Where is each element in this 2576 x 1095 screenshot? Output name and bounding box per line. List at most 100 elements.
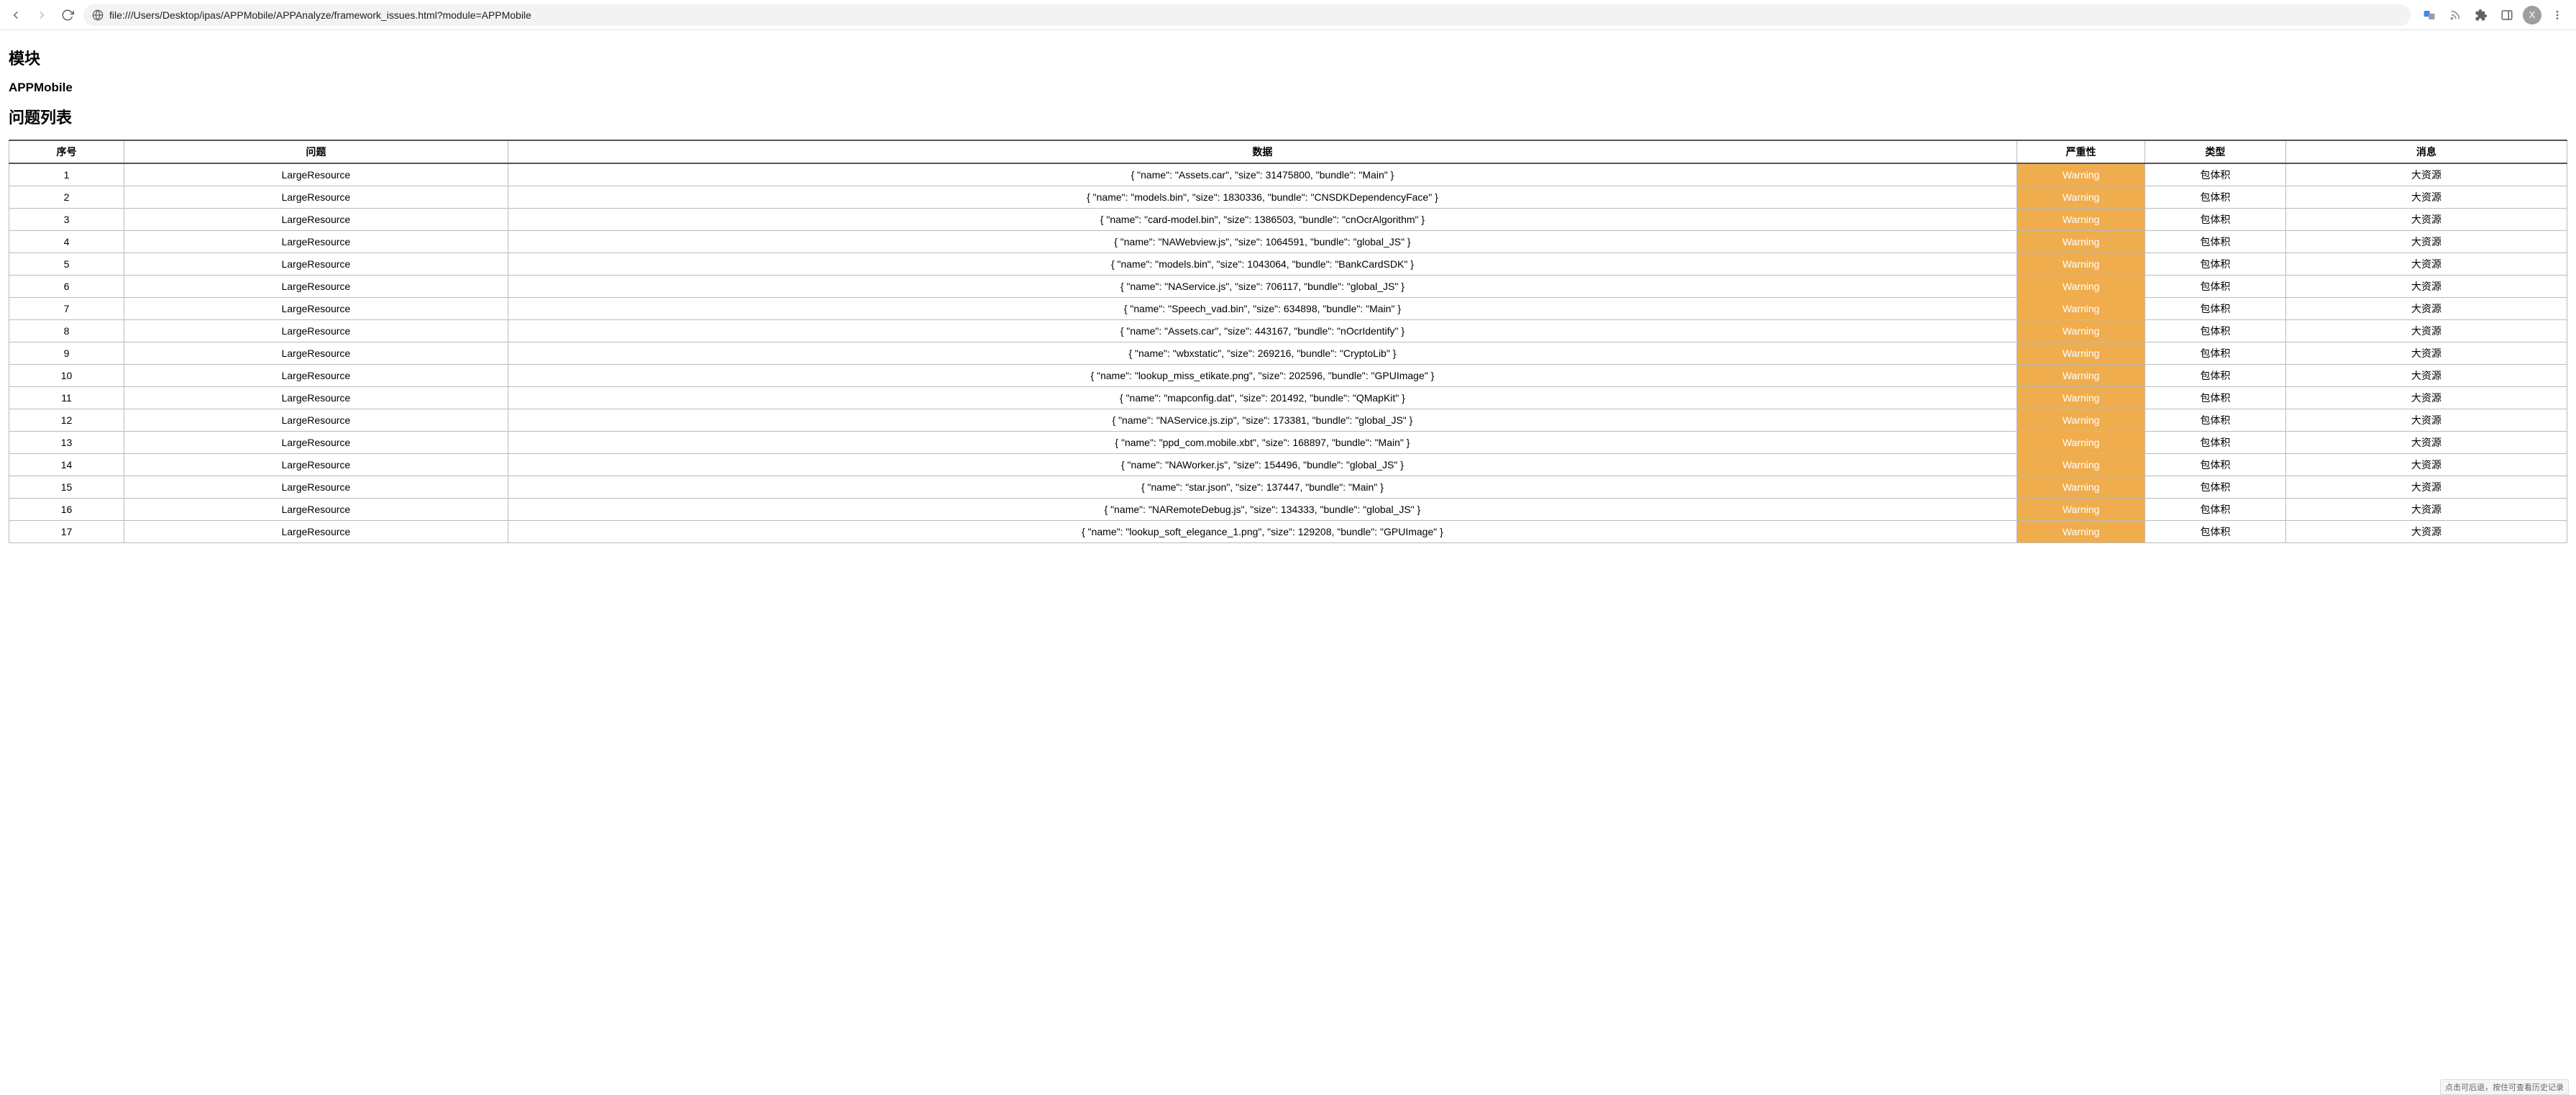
cell-severity: Warning <box>2017 476 2145 499</box>
cell-issue: LargeResource <box>124 521 508 543</box>
cell-issue: LargeResource <box>124 186 508 209</box>
profile-avatar[interactable]: X <box>2523 6 2541 24</box>
cell-severity: Warning <box>2017 409 2145 432</box>
cell-type: 包体积 <box>2145 320 2286 342</box>
cell-index: 2 <box>9 186 124 209</box>
module-name: APPMobile <box>9 81 2567 95</box>
header-type: 类型 <box>2145 140 2286 163</box>
cell-type: 包体积 <box>2145 409 2286 432</box>
reload-button[interactable] <box>58 5 78 25</box>
header-index: 序号 <box>9 140 124 163</box>
cell-severity: Warning <box>2017 342 2145 365</box>
cell-type: 包体积 <box>2145 163 2286 186</box>
table-row: 1LargeResource{ "name": "Assets.car", "s… <box>9 163 2567 186</box>
cell-severity: Warning <box>2017 209 2145 231</box>
toolbar-right: X <box>2416 5 2570 25</box>
menu-icon[interactable] <box>2547 5 2567 25</box>
cell-message: 大资源 <box>2285 163 2567 186</box>
table-row: 12LargeResource{ "name": "NAService.js.z… <box>9 409 2567 432</box>
cell-type: 包体积 <box>2145 276 2286 298</box>
cell-message: 大资源 <box>2285 521 2567 543</box>
table-row: 11LargeResource{ "name": "mapconfig.dat"… <box>9 387 2567 409</box>
cell-issue: LargeResource <box>124 163 508 186</box>
cell-data: { "name": "NAWebview.js", "size": 106459… <box>508 231 2017 253</box>
cell-data: { "name": "mapconfig.dat", "size": 20149… <box>508 387 2017 409</box>
forward-button[interactable] <box>32 5 52 25</box>
cell-severity: Warning <box>2017 454 2145 476</box>
cell-severity: Warning <box>2017 276 2145 298</box>
cell-data: { "name": "Assets.car", "size": 31475800… <box>508 163 2017 186</box>
cell-issue: LargeResource <box>124 476 508 499</box>
table-row: 15LargeResource{ "name": "star.json", "s… <box>9 476 2567 499</box>
cell-issue: LargeResource <box>124 387 508 409</box>
address-bar[interactable]: file:///Users/Desktop/ipas/APPMobile/APP… <box>83 4 2411 26</box>
cell-data: { "name": "lookup_miss_etikate.png", "si… <box>508 365 2017 387</box>
cell-data: { "name": "ppd_com.mobile.xbt", "size": … <box>508 432 2017 454</box>
cell-severity: Warning <box>2017 253 2145 276</box>
table-row: 5LargeResource{ "name": "models.bin", "s… <box>9 253 2567 276</box>
cell-index: 7 <box>9 298 124 320</box>
back-button[interactable] <box>6 5 26 25</box>
cell-severity: Warning <box>2017 298 2145 320</box>
cell-index: 17 <box>9 521 124 543</box>
cell-severity: Warning <box>2017 365 2145 387</box>
translate-extension-icon[interactable] <box>2419 5 2439 25</box>
url-text: file:///Users/Desktop/ipas/APPMobile/APP… <box>109 9 2402 21</box>
cell-index: 14 <box>9 454 124 476</box>
table-row: 16LargeResource{ "name": "NARemoteDebug.… <box>9 499 2567 521</box>
globe-icon <box>92 9 104 21</box>
cell-severity: Warning <box>2017 499 2145 521</box>
cell-index: 9 <box>9 342 124 365</box>
table-row: 14LargeResource{ "name": "NAWorker.js", … <box>9 454 2567 476</box>
cell-type: 包体积 <box>2145 432 2286 454</box>
table-row: 9LargeResource{ "name": "wbxstatic", "si… <box>9 342 2567 365</box>
cell-message: 大资源 <box>2285 476 2567 499</box>
cell-message: 大资源 <box>2285 365 2567 387</box>
cell-type: 包体积 <box>2145 476 2286 499</box>
cell-message: 大资源 <box>2285 231 2567 253</box>
issues-table: 序号 问题 数据 严重性 类型 消息 1LargeResource{ "name… <box>9 140 2567 543</box>
cell-data: { "name": "NAService.js", "size": 706117… <box>508 276 2017 298</box>
cell-severity: Warning <box>2017 432 2145 454</box>
table-row: 3LargeResource{ "name": "card-model.bin"… <box>9 209 2567 231</box>
cell-data: { "name": "wbxstatic", "size": 269216, "… <box>508 342 2017 365</box>
cell-type: 包体积 <box>2145 231 2286 253</box>
cell-issue: LargeResource <box>124 454 508 476</box>
cell-issue: LargeResource <box>124 499 508 521</box>
cell-severity: Warning <box>2017 521 2145 543</box>
sidepanel-icon[interactable] <box>2497 5 2517 25</box>
cell-type: 包体积 <box>2145 387 2286 409</box>
table-row: 2LargeResource{ "name": "models.bin", "s… <box>9 186 2567 209</box>
cell-message: 大资源 <box>2285 276 2567 298</box>
cell-issue: LargeResource <box>124 432 508 454</box>
page-content: 模块 APPMobile 问题列表 序号 问题 数据 严重性 类型 消息 1La… <box>0 30 2576 550</box>
cell-severity: Warning <box>2017 320 2145 342</box>
cell-type: 包体积 <box>2145 209 2286 231</box>
cell-data: { "name": "models.bin", "size": 1830336,… <box>508 186 2017 209</box>
cell-type: 包体积 <box>2145 454 2286 476</box>
table-row: 13LargeResource{ "name": "ppd_com.mobile… <box>9 432 2567 454</box>
cell-issue: LargeResource <box>124 342 508 365</box>
cell-severity: Warning <box>2017 163 2145 186</box>
cell-message: 大资源 <box>2285 342 2567 365</box>
cell-index: 12 <box>9 409 124 432</box>
cell-message: 大资源 <box>2285 432 2567 454</box>
cell-data: { "name": "NAWorker.js", "size": 154496,… <box>508 454 2017 476</box>
header-message: 消息 <box>2285 140 2567 163</box>
cell-message: 大资源 <box>2285 320 2567 342</box>
table-row: 4LargeResource{ "name": "NAWebview.js", … <box>9 231 2567 253</box>
cell-issue: LargeResource <box>124 320 508 342</box>
cell-type: 包体积 <box>2145 186 2286 209</box>
header-data: 数据 <box>508 140 2017 163</box>
cell-index: 4 <box>9 231 124 253</box>
cell-data: { "name": "star.json", "size": 137447, "… <box>508 476 2017 499</box>
cell-message: 大资源 <box>2285 209 2567 231</box>
cell-data: { "name": "NAService.js.zip", "size": 17… <box>508 409 2017 432</box>
rss-extension-icon[interactable] <box>2445 5 2465 25</box>
cell-type: 包体积 <box>2145 499 2286 521</box>
extensions-icon[interactable] <box>2471 5 2491 25</box>
cell-severity: Warning <box>2017 387 2145 409</box>
cell-index: 11 <box>9 387 124 409</box>
cell-message: 大资源 <box>2285 186 2567 209</box>
cell-issue: LargeResource <box>124 409 508 432</box>
